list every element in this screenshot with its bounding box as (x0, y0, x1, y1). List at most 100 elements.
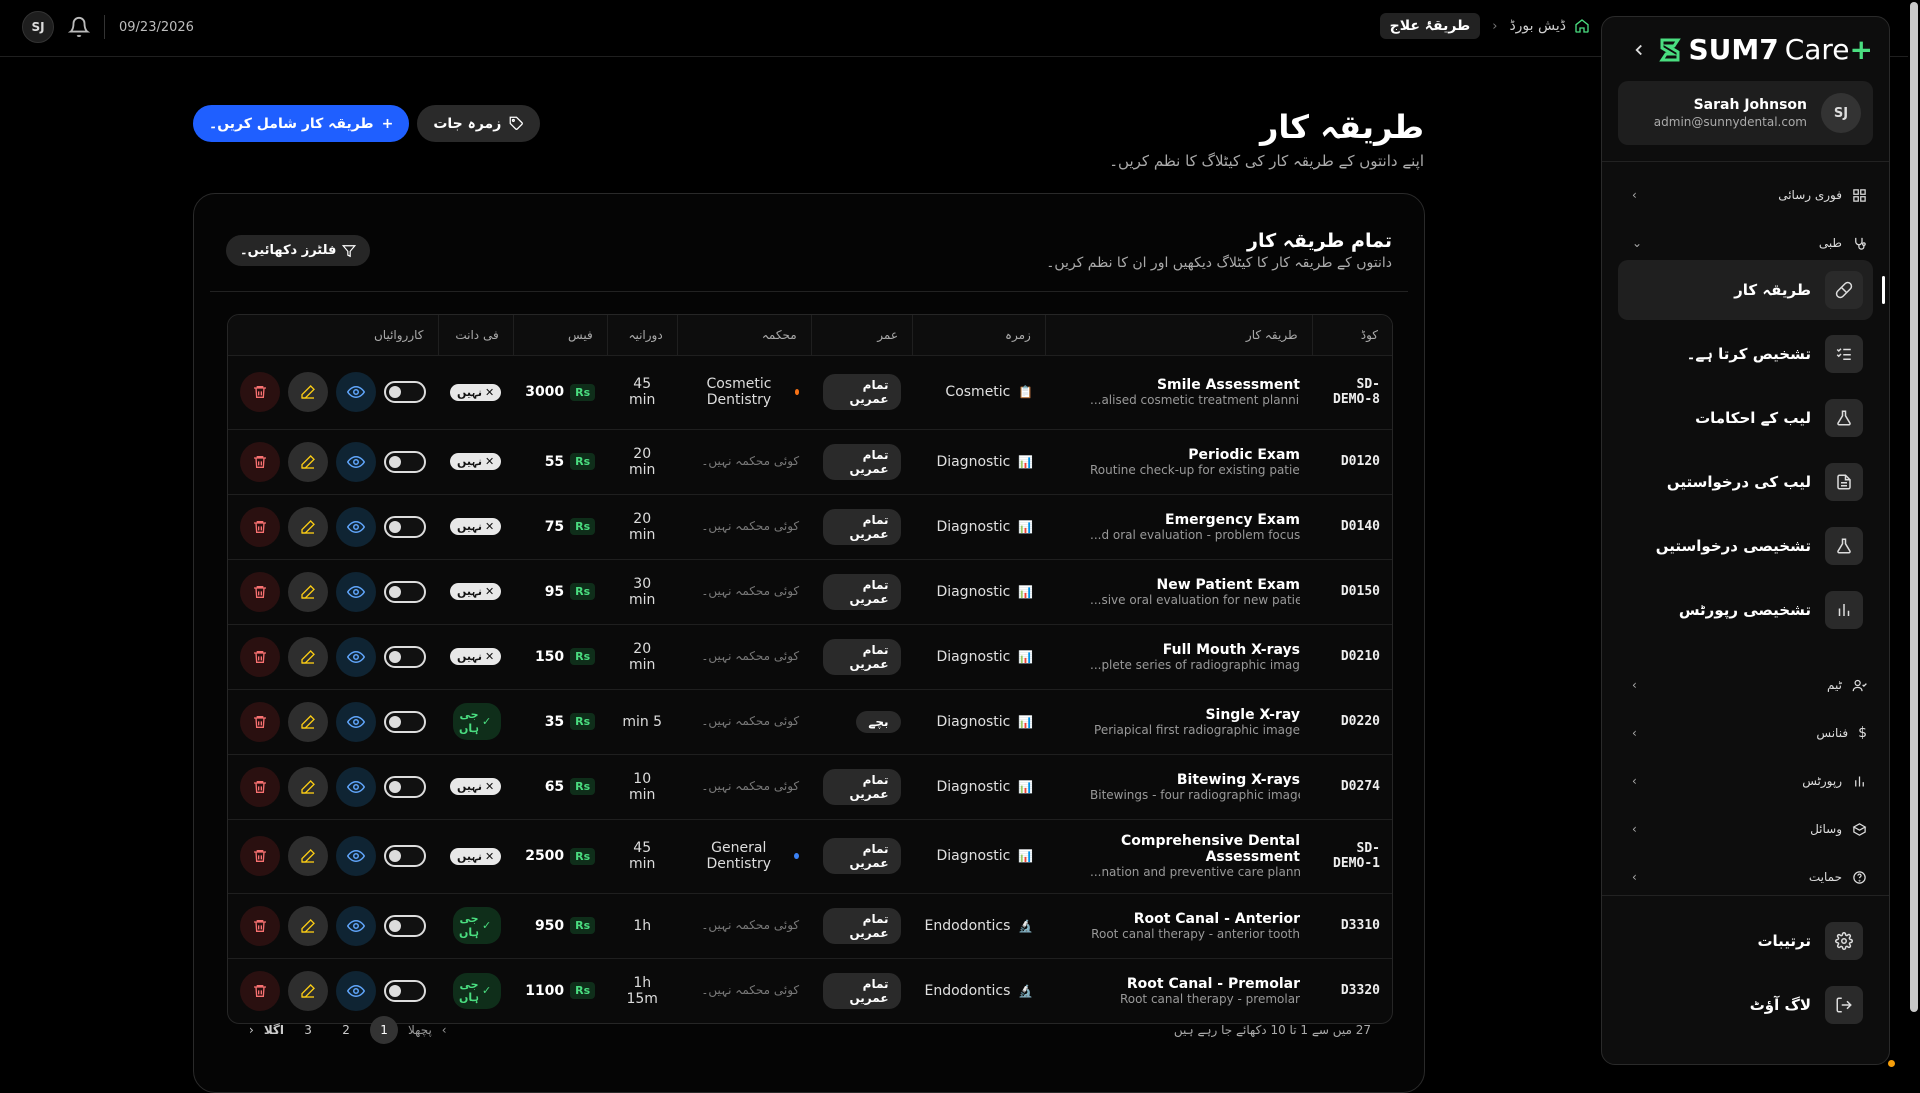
delete-button[interactable] (240, 905, 280, 946)
delete-button[interactable] (240, 441, 280, 482)
chevron-left-icon[interactable]: ‹ (442, 1023, 447, 1037)
column-header[interactable]: زمرہ (912, 315, 1046, 355)
column-header[interactable]: فیس (512, 315, 608, 355)
delete-button[interactable] (240, 766, 280, 807)
delete-button[interactable] (240, 571, 280, 612)
edit-button[interactable] (288, 441, 328, 482)
chevron-right-icon[interactable]: › (249, 1023, 254, 1037)
category-name: Endodontics (924, 982, 1011, 999)
table-row[interactable]: SD-DEMO-1 Comprehensive Dental Assessmen… (228, 818, 1392, 893)
add-procedure-button[interactable]: طریقہ کار شامل کریں۔ + (193, 105, 410, 142)
page-button[interactable]: 3 (294, 1016, 322, 1044)
show-filters-button[interactable]: فلٹرز دکھائیں۔ (226, 235, 371, 266)
table-row[interactable]: SD-DEMO-8 Smile Assessment ...alised cosm… (228, 354, 1392, 429)
view-button[interactable] (336, 636, 376, 677)
sidebar-section-reports[interactable]: ‹ رپورٹس (1618, 766, 1873, 796)
delete-button[interactable] (240, 506, 280, 547)
active-toggle[interactable] (384, 450, 426, 473)
table-row[interactable]: D0210 Full Mouth X-rays ...plete series o… (228, 623, 1392, 689)
age-badge: تمام عمریں (823, 374, 901, 410)
delete-button[interactable] (240, 836, 280, 876)
previous-page-button[interactable]: پچھلا (408, 1023, 432, 1037)
breadcrumb-home[interactable]: ڈیش بورڈ (1509, 18, 1590, 34)
active-toggle[interactable] (384, 845, 426, 867)
column-header[interactable]: محکمہ (676, 315, 812, 355)
active-toggle[interactable] (384, 515, 426, 538)
edit-button[interactable] (288, 506, 328, 547)
specialty-none: کوئی محکمہ نہیں۔ (701, 779, 800, 793)
active-toggle[interactable] (384, 710, 426, 733)
active-toggle[interactable] (384, 914, 426, 937)
view-button[interactable] (336, 836, 376, 876)
next-page-button[interactable]: اگلا (264, 1023, 284, 1037)
sidebar-section-resources[interactable]: ‹ وسائل (1618, 814, 1873, 844)
column-header[interactable]: عمر (810, 315, 913, 355)
view-button[interactable] (336, 441, 376, 482)
per-tooth-value: نہیں (457, 650, 482, 663)
sidebar-section-team[interactable]: ‹ ٹیم (1618, 670, 1873, 700)
scrollbar-thumb[interactable] (1910, 2, 1918, 1012)
delete-button[interactable] (240, 970, 280, 1011)
user-avatar-button[interactable]: SJ (22, 11, 54, 43)
edit-button[interactable] (288, 905, 328, 946)
table-row[interactable]: D0274 Bitewing X-rays Bitewings - four ra… (228, 753, 1392, 819)
column-header[interactable]: طریقہ کار (1044, 315, 1312, 355)
sidebar-item[interactable]: تشخیصی رپورٹس (1618, 580, 1873, 640)
fee-value: 2500 (525, 848, 565, 864)
trash-icon (254, 715, 266, 728)
view-button[interactable] (336, 571, 376, 612)
edit-button[interactable] (288, 836, 328, 876)
age-badge: تمام عمریں (823, 638, 901, 675)
eye-icon (347, 455, 365, 468)
procedure-code: SD-DEMO-1 (1312, 818, 1392, 893)
page-button-current[interactable]: 1 (370, 1016, 399, 1044)
view-button[interactable] (336, 970, 376, 1011)
view-button[interactable] (336, 506, 376, 547)
active-toggle[interactable] (384, 775, 426, 798)
edit-button[interactable] (288, 372, 328, 412)
sidebar-section-finance[interactable]: ‹ فنانس $ (1618, 718, 1873, 748)
delete-button[interactable] (240, 372, 280, 412)
edit-button[interactable] (288, 636, 328, 677)
column-header[interactable]: کوڈ (1311, 315, 1392, 355)
column-header[interactable]: فی دانت (437, 315, 514, 355)
active-toggle[interactable] (384, 580, 426, 603)
active-toggle[interactable] (384, 381, 426, 403)
page-button[interactable]: 2 (332, 1016, 360, 1044)
sidebar-section-quick-access[interactable]: ‹ فوری رسائی (1618, 180, 1873, 210)
view-button[interactable] (336, 905, 376, 946)
table-row[interactable]: D0140 Emergency Exam ...d oral evaluation… (228, 493, 1392, 559)
edit-button[interactable] (288, 766, 328, 807)
edit-button[interactable] (288, 701, 328, 742)
edit-button[interactable] (288, 571, 328, 612)
categories-button[interactable]: زمرہ جات (417, 105, 541, 142)
active-toggle[interactable] (384, 979, 426, 1002)
active-toggle[interactable] (384, 645, 426, 668)
view-button[interactable] (336, 372, 376, 412)
sidebar-item[interactable]: تشخیصی درخواستیں (1618, 516, 1873, 576)
sidebar-item[interactable]: لیب کے احکامات (1618, 388, 1873, 448)
logout-button[interactable]: لاگ آؤٹ (1618, 975, 1873, 1035)
table-row[interactable]: D0150 New Patient Exam ...sive oral evalu… (228, 558, 1392, 624)
column-header[interactable]: دورانیہ (606, 315, 678, 355)
category-icon: 🔬 (1018, 918, 1034, 933)
sidebar-item[interactable]: طریقہ کار (1618, 260, 1885, 320)
table-row[interactable]: D0220 Single X-ray Periapical first radio… (228, 688, 1392, 754)
fee-value: 95 (544, 583, 565, 600)
table-row[interactable]: D3310 Root Canal - Anterior Root canal th… (228, 892, 1392, 958)
delete-button[interactable] (240, 701, 280, 742)
bell-icon[interactable] (68, 16, 90, 38)
view-button[interactable] (336, 701, 376, 742)
sidebar-section-support[interactable]: ‹ حمایت (1618, 862, 1873, 892)
delete-button[interactable] (240, 636, 280, 677)
sidebar-section-medical[interactable]: ⌄ طبی (1618, 228, 1873, 258)
view-button[interactable] (336, 766, 376, 807)
user-profile-card[interactable]: Sarah Johnson admin@sunnydental.com SJ (1618, 81, 1873, 145)
settings-button[interactable]: ترتیبات (1618, 911, 1873, 971)
sidebar-item[interactable]: لیب کی درخواستیں (1618, 452, 1873, 512)
collapse-sidebar-button[interactable] (1630, 41, 1648, 59)
age-cell: تمام عمریں (811, 428, 913, 494)
edit-button[interactable] (288, 970, 328, 1011)
table-row[interactable]: D0120 Periodic Exam Routine check-up for … (228, 428, 1392, 494)
sidebar-item[interactable]: تشخیص کرتا ہے۔ (1618, 324, 1873, 384)
